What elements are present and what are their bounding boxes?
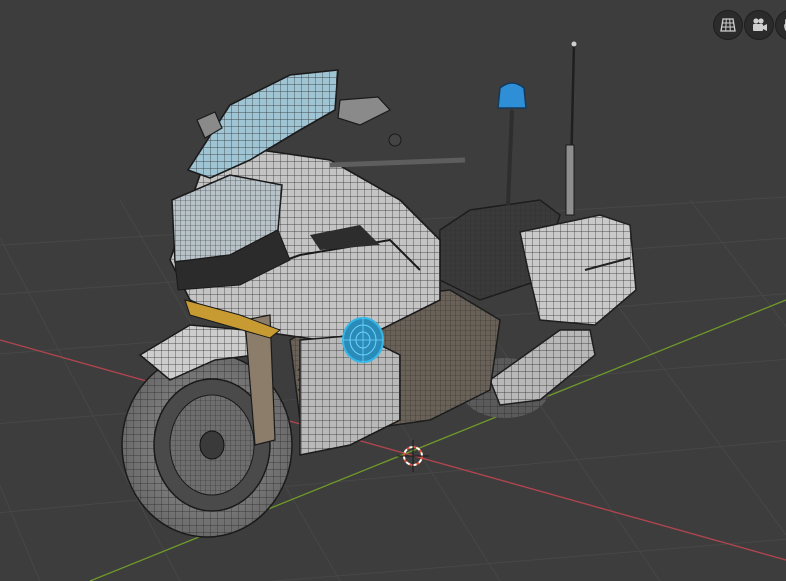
grid-perspective-icon (719, 16, 737, 34)
camera-view-button[interactable] (744, 10, 774, 40)
selected-headlight-disc[interactable] (342, 317, 384, 363)
grid-perspective-button[interactable] (713, 10, 743, 40)
hand-pan-icon (781, 16, 786, 34)
right-mirror (337, 96, 391, 126)
handlebar (329, 157, 466, 168)
3d-viewport[interactable] (0, 0, 786, 581)
3d-cursor-icon[interactable] (397, 440, 429, 472)
camera-view-icon (750, 16, 768, 34)
scene-canvas[interactable] (0, 0, 786, 581)
motorcycle-model[interactable] (121, 41, 637, 538)
siren-light (497, 82, 527, 109)
siren-pole (506, 109, 514, 206)
